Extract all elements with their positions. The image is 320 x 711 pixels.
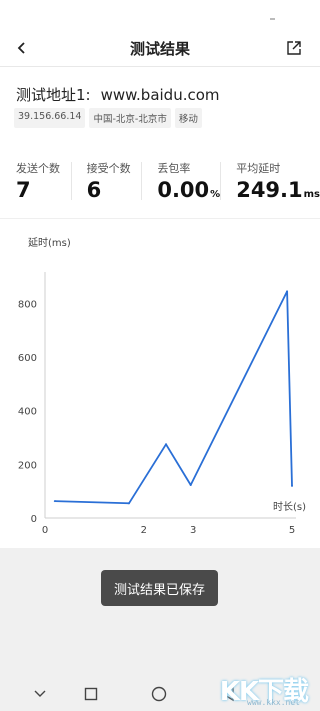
x-tick-label: 3 [190,525,196,536]
carrier-tag: 移动 [174,108,202,128]
data-point [291,484,293,487]
stat-value: 249.1ms [236,178,320,202]
latency-chart-svg: 延时(ms) 0 200 400 600 800 0 2 3 5 时长(s) [18,237,306,536]
stat-sent: 发送个数 7 [0,160,71,204]
nav-collapse-button[interactable] [30,684,50,704]
y-tick-label: 400 [18,407,37,418]
x-axis-label: 时长(s) [273,501,306,513]
stat-label: 接受个数 [86,162,131,175]
stat-label: 发送个数 [16,162,60,175]
content-background [0,548,320,676]
y-axis-label: 延时(ms) [28,237,71,249]
page-title: 测试结果 [129,40,190,58]
share-icon [287,41,301,55]
stat-received: 接受个数 6 [70,160,142,204]
test-address-label: 测试地址1: [16,86,91,104]
location-tag: 中国-北京-北京市 [89,108,171,128]
data-point [53,500,56,503]
circle-icon [151,686,167,702]
watermark: KK下载 www.kkx.net [192,671,312,707]
y-tick-label: 800 [18,299,37,310]
data-point [286,290,289,293]
latency-series-line [54,290,293,505]
chevron-down-icon [34,690,46,697]
stat-label: 平均延时 [236,162,281,175]
stat-value: 6 [86,178,102,202]
y-tick-label: 0 [31,514,37,525]
header: 测试结果 [0,30,320,66]
square-icon [84,687,98,701]
status-bar-indicator [270,18,275,20]
nav-home-button[interactable] [149,684,169,704]
data-point [127,502,130,505]
test-address: 测试地址1: www.baidu.com [16,84,220,105]
stats-row: 发送个数 7 接受个数 6 丢包率 0.00% 平均延时 249.1ms [0,160,320,204]
stats-divider [0,218,320,219]
stat-value: 7 [16,178,31,202]
y-tick-label: 600 [18,353,37,364]
stat-loss-rate: 丢包率 0.00% [141,160,220,204]
data-point [189,484,192,487]
x-tick-label: 0 [42,525,48,536]
stat-label: 丢包率 [157,162,191,175]
nav-recents-button[interactable] [81,684,101,704]
address-tags: 39.156.66.14 中国-北京-北京市 移动 [14,108,202,128]
stat-avg-latency: 平均延时 249.1ms [220,160,320,204]
latency-chart: 延时(ms) 0 200 400 600 800 0 2 3 5 时长(s) [0,230,320,548]
x-tick-label: 2 [141,525,147,536]
header-divider [0,66,320,67]
watermark-url: www.kkx.net [247,698,300,707]
ip-tag: 39.156.66.14 [14,108,86,128]
share-button[interactable] [280,34,308,62]
toast-message: 测试结果已保存 [101,570,218,606]
test-address-url: www.baidu.com [100,86,220,104]
data-point [165,443,168,446]
y-tick-label: 200 [18,460,37,471]
stat-value: 0.00% [157,178,221,202]
x-tick-label: 5 [289,525,295,536]
